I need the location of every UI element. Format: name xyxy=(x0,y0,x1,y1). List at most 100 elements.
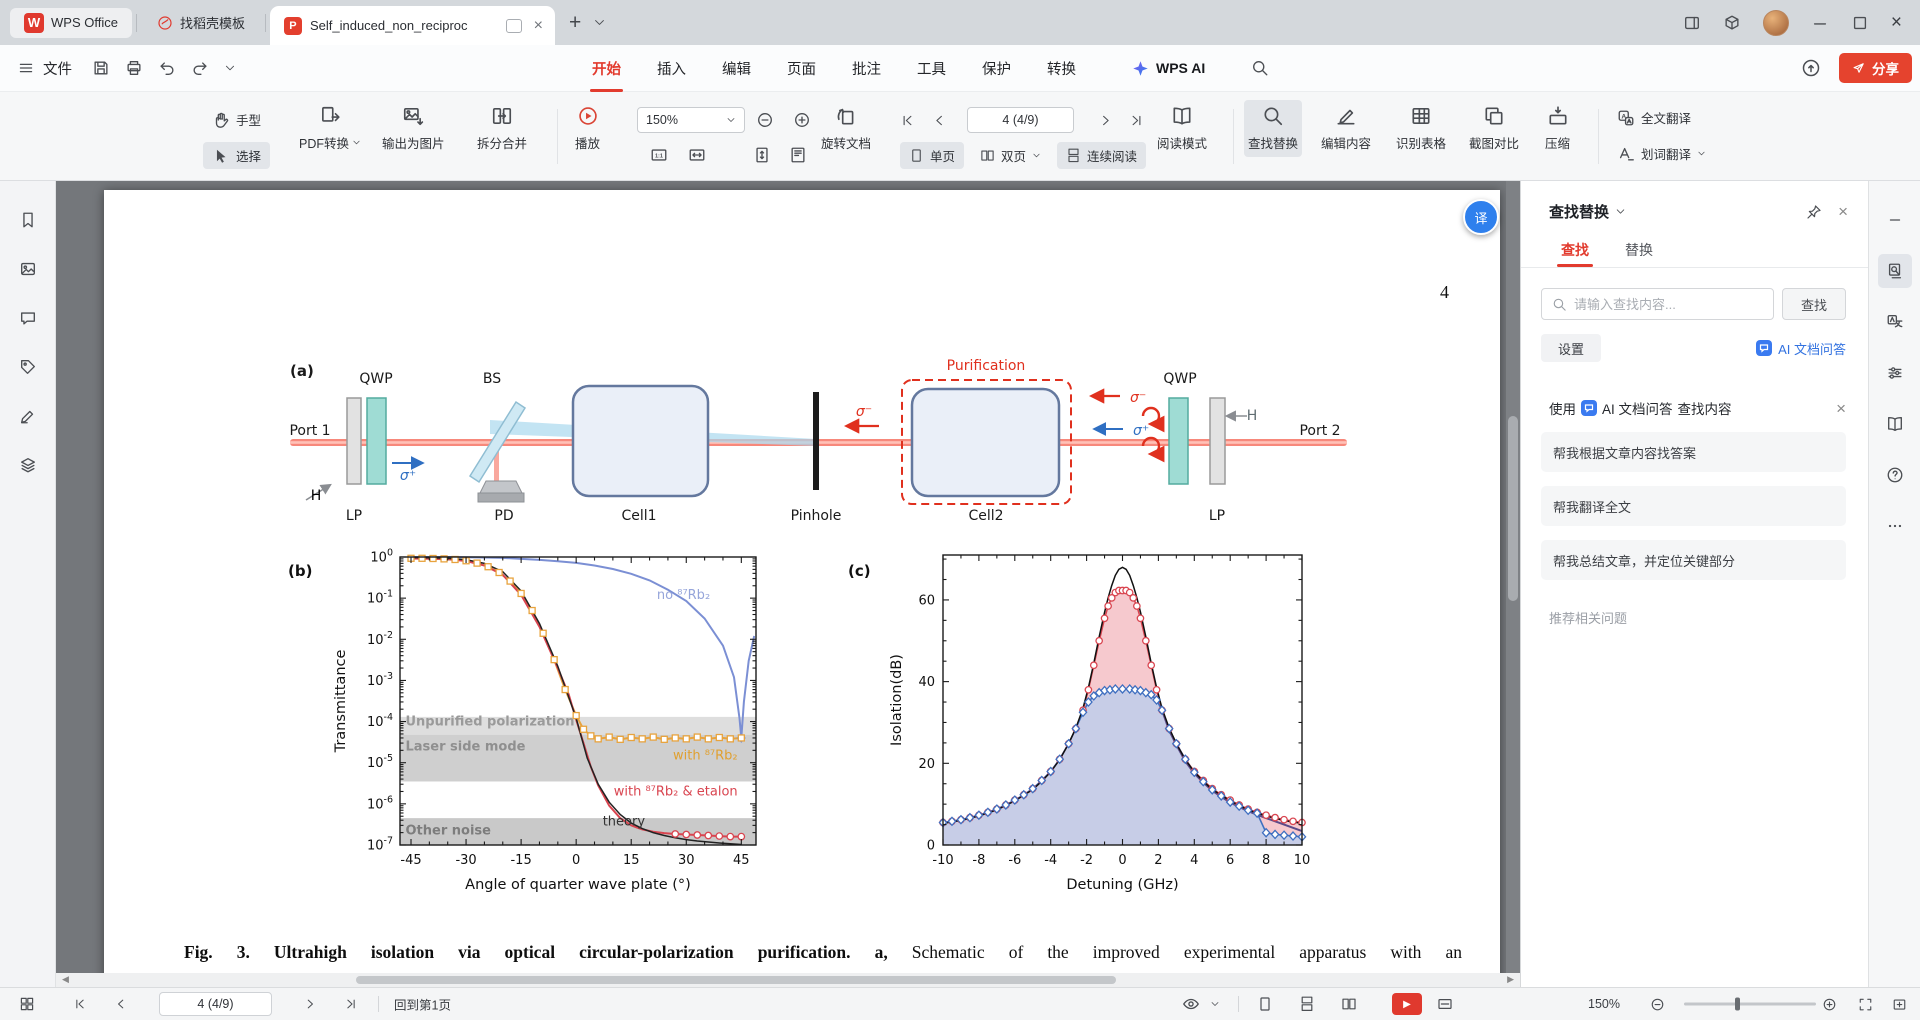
doc-search-icon[interactable] xyxy=(1878,254,1912,288)
single-page-view-icon[interactable] xyxy=(1252,991,1278,1017)
tab-page[interactable]: 页面 xyxy=(787,45,816,92)
settings-sliders-icon[interactable] xyxy=(1878,356,1912,390)
horizontal-scrollbar-thumb[interactable] xyxy=(356,976,1116,984)
pin-panel-icon[interactable] xyxy=(1806,204,1822,220)
new-tab-button[interactable]: + xyxy=(569,11,581,35)
tab-tools[interactable]: 工具 xyxy=(917,45,946,92)
tag-panel-icon[interactable] xyxy=(19,358,37,376)
prev-page-button[interactable] xyxy=(926,107,952,133)
fit-width-button[interactable] xyxy=(684,142,710,168)
print-icon[interactable] xyxy=(125,59,143,77)
layout-panel-icon[interactable] xyxy=(1683,14,1701,32)
continuous-read-button[interactable]: 连续阅读 xyxy=(1057,142,1146,169)
ai-suggestion-item[interactable]: 帮我总结文章，并定位关键部分 xyxy=(1541,540,1846,580)
continuous-view-icon[interactable] xyxy=(1294,991,1320,1017)
play-button[interactable]: 播放 xyxy=(571,100,604,157)
menu-search-icon[interactable] xyxy=(1251,59,1269,77)
view-options-icon[interactable] xyxy=(1178,991,1204,1017)
minimize-icon[interactable] xyxy=(1811,14,1829,32)
fit-page-button[interactable] xyxy=(749,142,775,168)
tab-convert[interactable]: 转换 xyxy=(1047,45,1076,92)
help-icon[interactable] xyxy=(1878,458,1912,492)
translate-panel-icon[interactable] xyxy=(1878,305,1912,339)
app-center-icon[interactable] xyxy=(1723,14,1741,32)
document-tab[interactable]: P Self_induced_non_reciproc × xyxy=(270,6,555,45)
last-page-button[interactable] xyxy=(1123,107,1149,133)
template-tab[interactable]: 找稻壳模板 xyxy=(141,0,261,45)
maximize-icon[interactable] xyxy=(1851,14,1869,32)
tab-insert[interactable]: 插入 xyxy=(657,45,686,92)
tab-comment[interactable]: 批注 xyxy=(852,45,881,92)
page-indicator[interactable]: 4 (4/9) xyxy=(159,992,272,1016)
more-options-icon[interactable] xyxy=(1878,509,1912,543)
first-page-button[interactable] xyxy=(67,991,93,1017)
next-page-button[interactable] xyxy=(297,991,323,1017)
export-image-button[interactable]: 输出为图片 xyxy=(378,100,449,157)
screenshot-compare-button[interactable]: 截图对比 xyxy=(1465,100,1523,157)
vertical-scrollbar[interactable] xyxy=(1506,181,1520,973)
ai-floating-button[interactable]: 译 xyxy=(1463,199,1499,235)
zoom-out-button[interactable] xyxy=(752,107,778,133)
full-page-button[interactable] xyxy=(785,142,811,168)
tab-protect[interactable]: 保护 xyxy=(982,45,1011,92)
share-button[interactable]: 分享 xyxy=(1839,53,1912,83)
redo-icon[interactable] xyxy=(191,59,209,77)
hand-tool-button[interactable]: 手型 xyxy=(203,106,270,133)
save-icon[interactable] xyxy=(92,59,110,77)
last-page-button[interactable] xyxy=(338,991,364,1017)
document-viewport[interactable]: 4 (a)Port 1Port 2QWPQWPBSLPLPPDCell1Pinh… xyxy=(56,181,1520,987)
zoom-in-button[interactable] xyxy=(789,107,815,133)
ai-doc-qa-link[interactable]: AI 文档问答 xyxy=(1756,339,1846,358)
full-width-view-icon[interactable] xyxy=(1432,991,1458,1017)
fit-screen-icon[interactable] xyxy=(1852,991,1878,1017)
panel-title-chevron-icon[interactable] xyxy=(1615,206,1626,217)
full-translate-button[interactable]: A 全文翻译 xyxy=(1608,104,1700,131)
search-input[interactable] xyxy=(1574,297,1763,312)
split-merge-button[interactable]: 拆分合并 xyxy=(473,100,531,157)
back-to-first-link[interactable]: 回到第1页 xyxy=(394,995,451,1014)
zoom-out-button[interactable] xyxy=(1644,991,1670,1017)
vertical-scrollbar-thumb[interactable] xyxy=(1508,416,1518,601)
wps-home-tab[interactable]: W WPS Office xyxy=(10,8,132,38)
find-replace-button[interactable]: 查找替换 xyxy=(1244,100,1302,157)
settings-button[interactable]: 设置 xyxy=(1541,334,1601,362)
thumbnail-panel-icon[interactable] xyxy=(14,991,40,1017)
select-tool-button[interactable]: 选择 xyxy=(203,142,270,169)
user-avatar[interactable] xyxy=(1763,10,1789,36)
horizontal-scrollbar[interactable]: ◀ ▶ xyxy=(56,973,1520,987)
double-page-button[interactable]: 双页 xyxy=(971,142,1050,169)
word-translate-button[interactable]: 划词翻译 xyxy=(1608,140,1715,167)
actual-size-button[interactable]: 1:1 xyxy=(646,142,672,168)
first-page-button[interactable] xyxy=(894,107,920,133)
rotate-doc-button[interactable]: 旋转文档 xyxy=(817,100,875,157)
bookmark-icon[interactable] xyxy=(19,211,37,229)
scroll-left-icon[interactable]: ◀ xyxy=(62,974,69,985)
undo-icon[interactable] xyxy=(158,59,176,77)
read-mode-button[interactable]: 阅读模式 xyxy=(1153,100,1211,157)
ai-suggestion-item[interactable]: 帮我根据文章内容找答案 xyxy=(1541,432,1846,472)
more-actions-chevron-icon[interactable] xyxy=(224,62,236,74)
file-menu[interactable]: 文件 xyxy=(0,58,84,79)
single-page-button[interactable]: 单页 xyxy=(900,142,964,169)
next-page-button[interactable] xyxy=(1092,107,1118,133)
compress-button[interactable]: 压缩 xyxy=(1541,100,1574,157)
close-ai-section-icon[interactable]: × xyxy=(1836,400,1846,417)
zoom-slider-track[interactable] xyxy=(1684,1003,1816,1006)
dictionary-icon[interactable] xyxy=(1878,407,1912,441)
tab-edit[interactable]: 编辑 xyxy=(722,45,751,92)
cloud-sync-icon[interactable] xyxy=(1801,58,1821,78)
close-window-icon[interactable]: × xyxy=(1891,13,1902,32)
toolbar-page-indicator[interactable]: 4 (4/9) xyxy=(967,107,1074,133)
signature-icon[interactable] xyxy=(19,407,37,425)
double-page-view-icon[interactable] xyxy=(1336,991,1362,1017)
table-recognize-button[interactable]: 识别表格 xyxy=(1392,100,1450,157)
close-tab-icon[interactable]: × xyxy=(534,18,543,34)
tab-replace[interactable]: 替换 xyxy=(1625,232,1653,267)
view-options-chevron-icon[interactable] xyxy=(1208,991,1222,1017)
edit-content-button[interactable]: 编辑内容 xyxy=(1317,100,1375,157)
zoom-in-button[interactable] xyxy=(1816,991,1842,1017)
prev-page-button[interactable] xyxy=(108,991,134,1017)
tab-home[interactable]: 开始 xyxy=(592,45,621,92)
zoom-slider-thumb[interactable] xyxy=(1735,998,1740,1011)
fullscreen-icon[interactable] xyxy=(1886,991,1912,1017)
